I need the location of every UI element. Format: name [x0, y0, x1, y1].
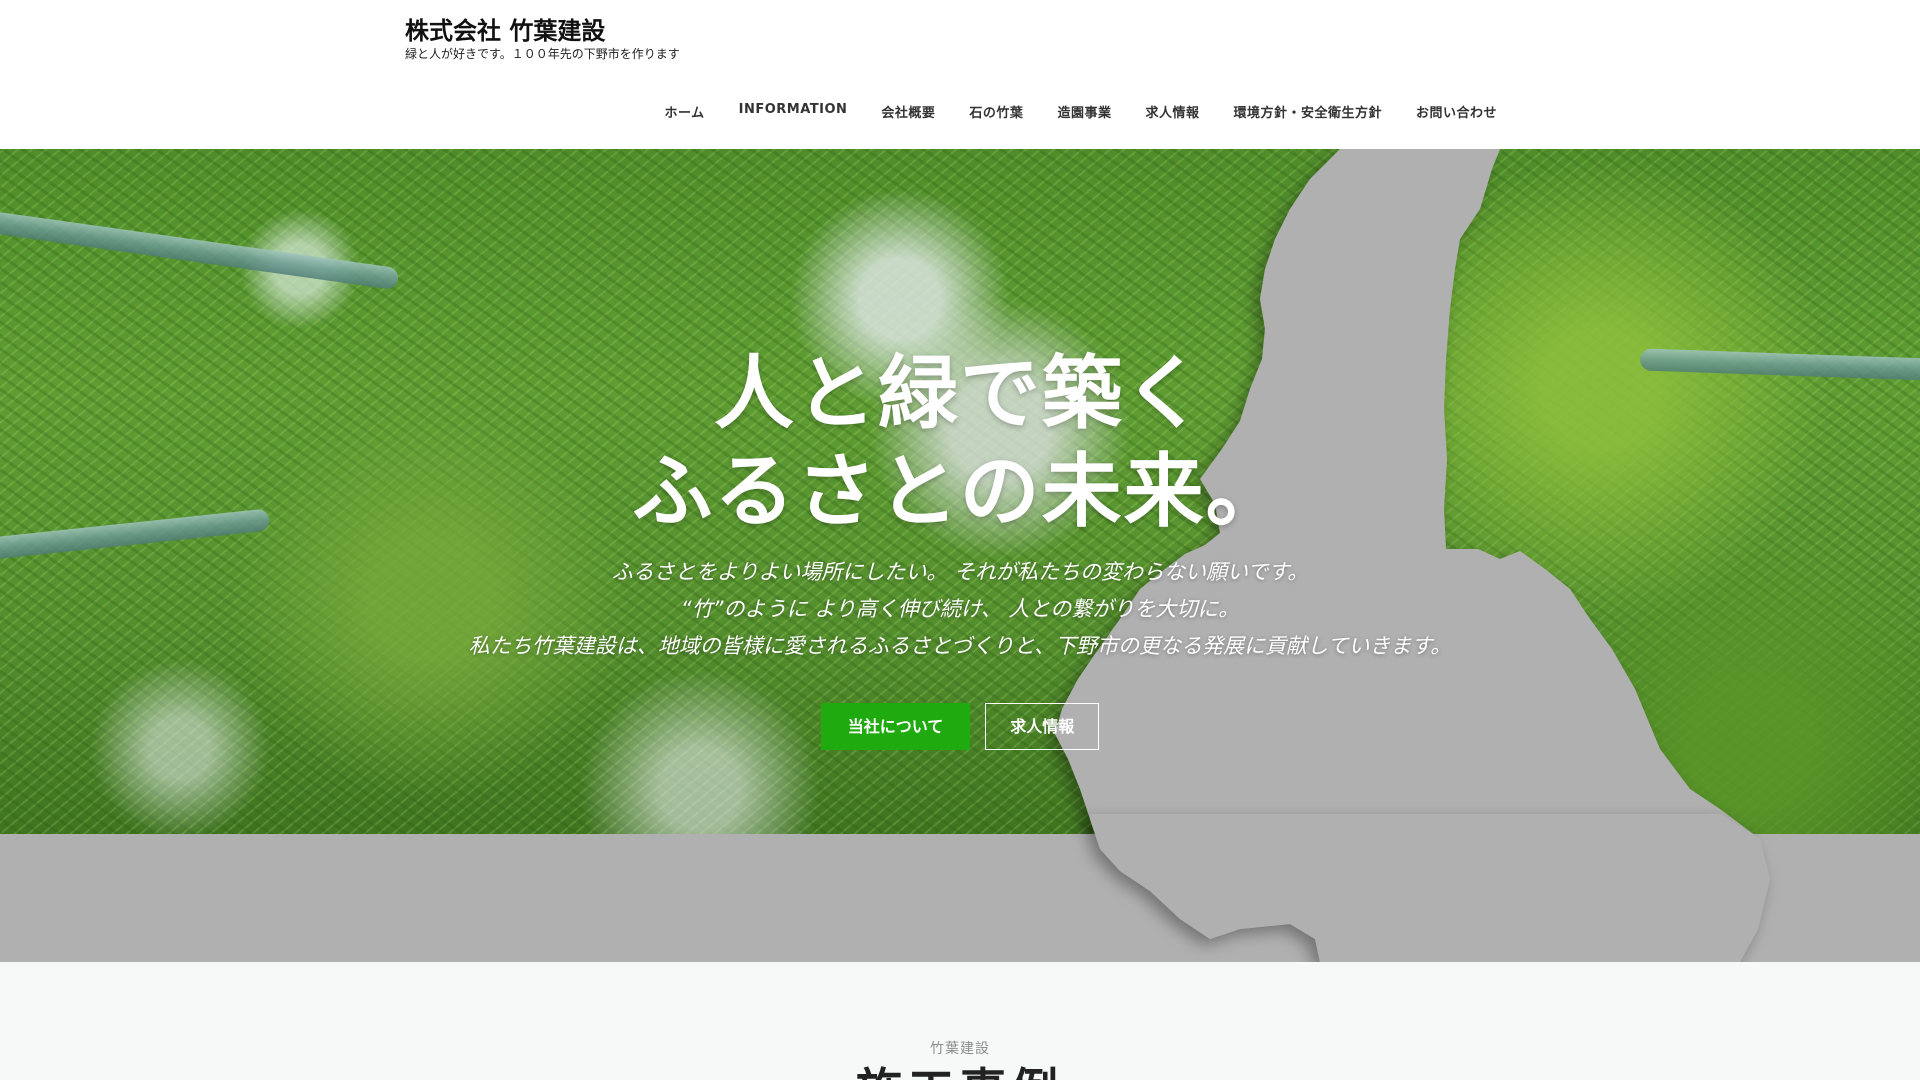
about-company-button[interactable]: 当社について [820, 703, 971, 750]
hero-text-line: 私たち竹葉建設は、地域の皆様に愛されるふるさとづくりと、下野市の更なる発展に貢献… [468, 634, 1452, 658]
hero-section: 人と緑で築く ふるさとの未来。 ふるさとをよりよい場所にしたい。 それが私たちの… [0, 149, 1920, 962]
works-section: 竹葉建設 施工事例 [0, 962, 1920, 1080]
nav-item-policy[interactable]: 環境方針・安全衛生方針 [1216, 98, 1399, 125]
section-eyebrow: 竹葉建設 [930, 1041, 990, 1057]
recruit-button[interactable]: 求人情報 [985, 703, 1100, 750]
hero-buttons: 当社について 求人情報 [0, 703, 1920, 750]
section-heading: 施工事例 [0, 1062, 1920, 1080]
hero-heading-line: ふるさとの未来。 [632, 445, 1288, 538]
site-header: 株式会社 竹葉建設 緑と人が好きです。１００年先の下野市を作ります ホーム IN… [0, 0, 1920, 149]
nav-item-landscaping[interactable]: 造園事業 [1040, 98, 1128, 125]
hero-description: ふるさとをよりよい場所にしたい。 それが私たちの変わらない願いです。 “竹”のよ… [0, 554, 1920, 665]
hero-heading-line: 人と緑で築く [714, 347, 1206, 440]
nav-item-stone[interactable]: 石の竹葉 [952, 98, 1040, 125]
site-branding: 株式会社 竹葉建設 緑と人が好きです。１００年先の下野市を作ります [405, 14, 925, 62]
nav-item-contact[interactable]: お問い合わせ [1399, 98, 1514, 125]
site-tagline: 緑と人が好きです。１００年先の下野市を作ります [405, 47, 680, 61]
site-title-link[interactable]: 株式会社 竹葉建設 [405, 14, 925, 48]
nav-item-home[interactable]: ホーム [647, 98, 721, 125]
nav-item-information[interactable]: INFORMATION [722, 98, 865, 125]
hero-text-line: ふるさとをよりよい場所にしたい。 それが私たちの変わらない願いです。 [611, 560, 1309, 584]
hero-heading: 人と緑で築く ふるさとの未来。 [0, 345, 1920, 541]
hero-text-line: “竹”のように より高く伸び続け、 人との繋がりを大切に。 [680, 597, 1240, 621]
nav-item-recruit[interactable]: 求人情報 [1128, 98, 1216, 125]
main-nav: ホーム INFORMATION 会社概要 石の竹葉 造園事業 求人情報 環境方針… [647, 98, 1514, 125]
nav-item-company[interactable]: 会社概要 [864, 98, 952, 125]
